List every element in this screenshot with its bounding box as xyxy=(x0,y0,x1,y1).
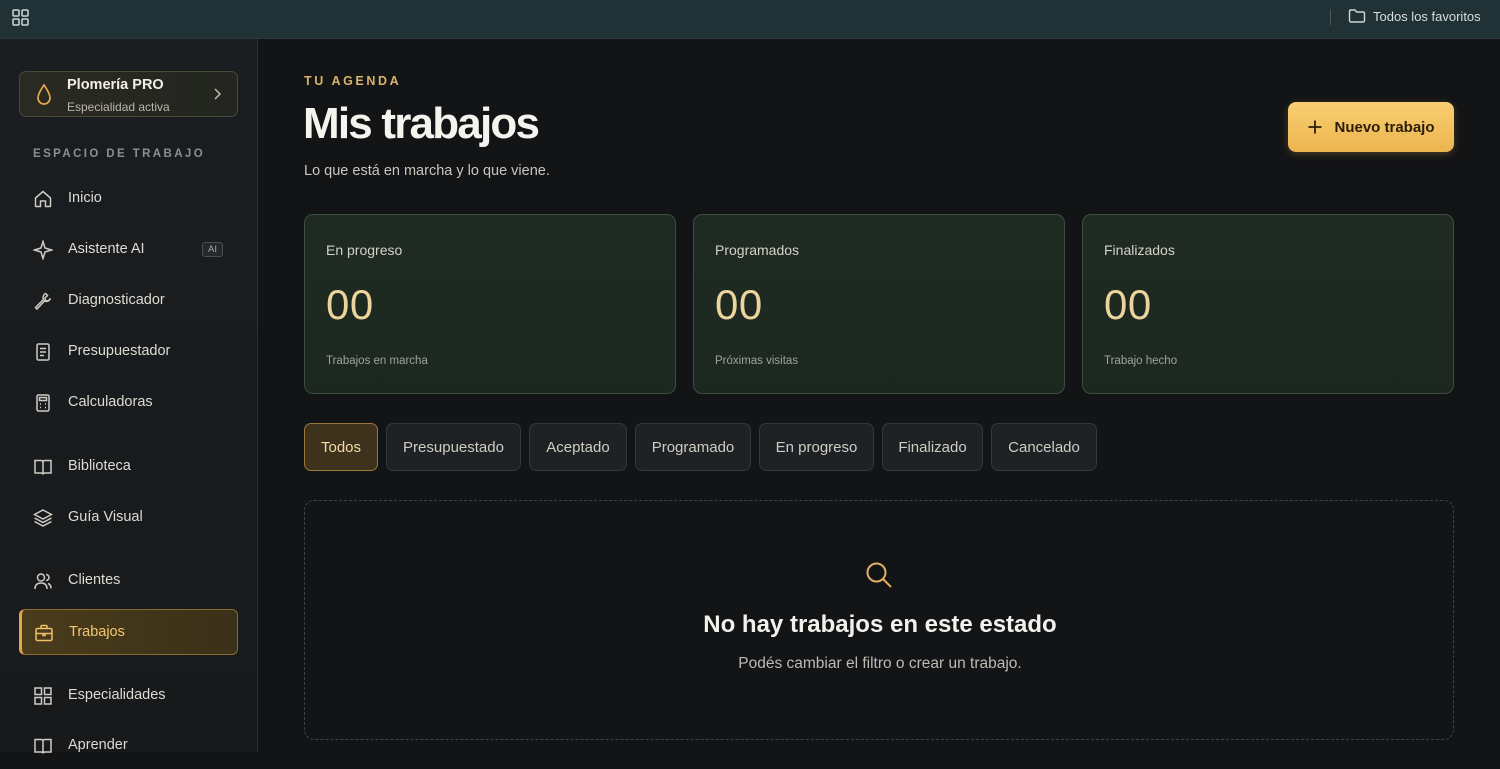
stat-card-en-progreso: En progreso 00 Trabajos en marcha xyxy=(304,214,676,394)
stat-card-finalizados: Finalizados 00 Trabajo hecho xyxy=(1082,214,1454,394)
stat-footer: Trabajos en marcha xyxy=(326,355,428,367)
chevron-right-icon xyxy=(214,88,222,100)
filter-programado[interactable]: Programado xyxy=(635,423,751,471)
sidebar-item-label: Asistente AI xyxy=(68,241,145,257)
sidebar-item-calculadoras[interactable]: Calculadoras xyxy=(19,380,238,426)
search-icon xyxy=(866,562,892,588)
sidebar-item-especialidades[interactable]: Especialidades xyxy=(19,673,238,719)
stat-label: Programados xyxy=(715,242,800,258)
apps-grid-icon[interactable] xyxy=(12,9,29,26)
top-bar: Todos los favoritos xyxy=(0,0,1500,39)
wrench-icon xyxy=(34,292,52,311)
book-open-icon xyxy=(34,738,52,754)
filter-cancelado[interactable]: Cancelado xyxy=(991,423,1097,471)
new-job-button-label: Nuevo trabajo xyxy=(1334,118,1435,136)
sidebar-item-clientes[interactable]: Clientes xyxy=(19,558,238,604)
sidebar-item-trabajos[interactable]: Trabajos xyxy=(19,609,238,655)
sidebar-item-label: Inicio xyxy=(68,190,102,206)
specialty-name: Plomería PRO xyxy=(67,77,164,93)
sidebar-item-label: Clientes xyxy=(68,572,121,588)
stat-footer: Trabajo hecho xyxy=(1104,355,1178,367)
topbar-divider xyxy=(1330,9,1331,25)
stat-label: Finalizados xyxy=(1104,242,1175,258)
specialty-status: Especialidad activa xyxy=(67,100,170,114)
sidebar-item-label: Diagnosticador xyxy=(68,292,165,308)
main-content: TU AGENDA Mis trabajos Lo que está en ma… xyxy=(258,39,1500,752)
page-subtitle: Lo que está en marcha y lo que viene. xyxy=(304,163,550,179)
stat-value: 00 xyxy=(715,281,763,328)
sidebar-item-label: Calculadoras xyxy=(68,394,153,410)
home-icon xyxy=(34,190,52,208)
sidebar-item-biblioteca[interactable]: Biblioteca xyxy=(19,444,238,490)
layers-icon xyxy=(33,509,53,527)
ai-badge: AI xyxy=(202,242,223,257)
stat-value: 00 xyxy=(326,281,374,328)
new-job-button[interactable]: Nuevo trabajo xyxy=(1288,102,1454,152)
favorites-label: Todos los favoritos xyxy=(1373,8,1481,24)
folder-icon xyxy=(1348,9,1366,23)
filter-todos[interactable]: Todos xyxy=(304,423,378,471)
users-icon xyxy=(34,573,52,590)
empty-state-title: No hay trabajos en este estado xyxy=(703,611,1057,638)
sidebar-item-label: Guía Visual xyxy=(68,509,143,525)
book-icon xyxy=(34,459,52,475)
document-icon xyxy=(36,343,50,361)
stat-value: 00 xyxy=(1104,281,1152,328)
specialty-selector[interactable]: Plomería PRO Especialidad activa xyxy=(19,71,238,117)
sidebar-item-diagnosticador[interactable]: Diagnosticador xyxy=(19,278,238,324)
stat-label: En progreso xyxy=(326,242,403,258)
sidebar-item-inicio[interactable]: Inicio xyxy=(19,176,238,222)
plus-icon xyxy=(1308,120,1322,134)
sparkle-icon xyxy=(33,240,53,260)
stat-card-programados: Programados 00 Próximas visitas xyxy=(693,214,1065,394)
grid-icon xyxy=(34,687,52,705)
calculator-icon xyxy=(36,394,50,412)
workspace-section-label: ESPACIO DE TRABAJO xyxy=(33,148,206,160)
filter-en-progreso[interactable]: En progreso xyxy=(759,423,874,471)
sidebar: Plomería PRO Especialidad activa ESPACIO… xyxy=(0,39,258,754)
sidebar-item-presupuestador[interactable]: Presupuestador xyxy=(19,329,238,375)
sidebar-item-label: Aprender xyxy=(68,737,128,753)
filter-aceptado[interactable]: Aceptado xyxy=(529,423,627,471)
stat-footer: Próximas visitas xyxy=(715,355,799,367)
empty-state: No hay trabajos en este estado Podés cam… xyxy=(304,500,1454,740)
filter-finalizado[interactable]: Finalizado xyxy=(882,423,983,471)
favorites-link[interactable]: Todos los favoritos xyxy=(1348,8,1481,24)
briefcase-icon xyxy=(35,624,53,642)
empty-state-subtitle: Podés cambiar el filtro o crear un traba… xyxy=(738,655,1022,672)
sidebar-item-label: Especialidades xyxy=(68,687,166,703)
page-title: Mis trabajos xyxy=(303,99,540,148)
page-eyebrow: TU AGENDA xyxy=(304,74,402,88)
sidebar-item-guia-visual[interactable]: Guía Visual xyxy=(19,495,238,541)
water-drop-icon xyxy=(37,83,51,105)
sidebar-item-label: Biblioteca xyxy=(68,458,131,474)
sidebar-item-asistente-ai[interactable]: Asistente AI AI xyxy=(19,227,238,273)
sidebar-item-label: Trabajos xyxy=(69,624,125,640)
filter-presupuestado[interactable]: Presupuestado xyxy=(386,423,521,471)
sidebar-item-label: Presupuestador xyxy=(68,343,171,359)
sidebar-item-aprender[interactable]: Aprender xyxy=(19,723,238,769)
